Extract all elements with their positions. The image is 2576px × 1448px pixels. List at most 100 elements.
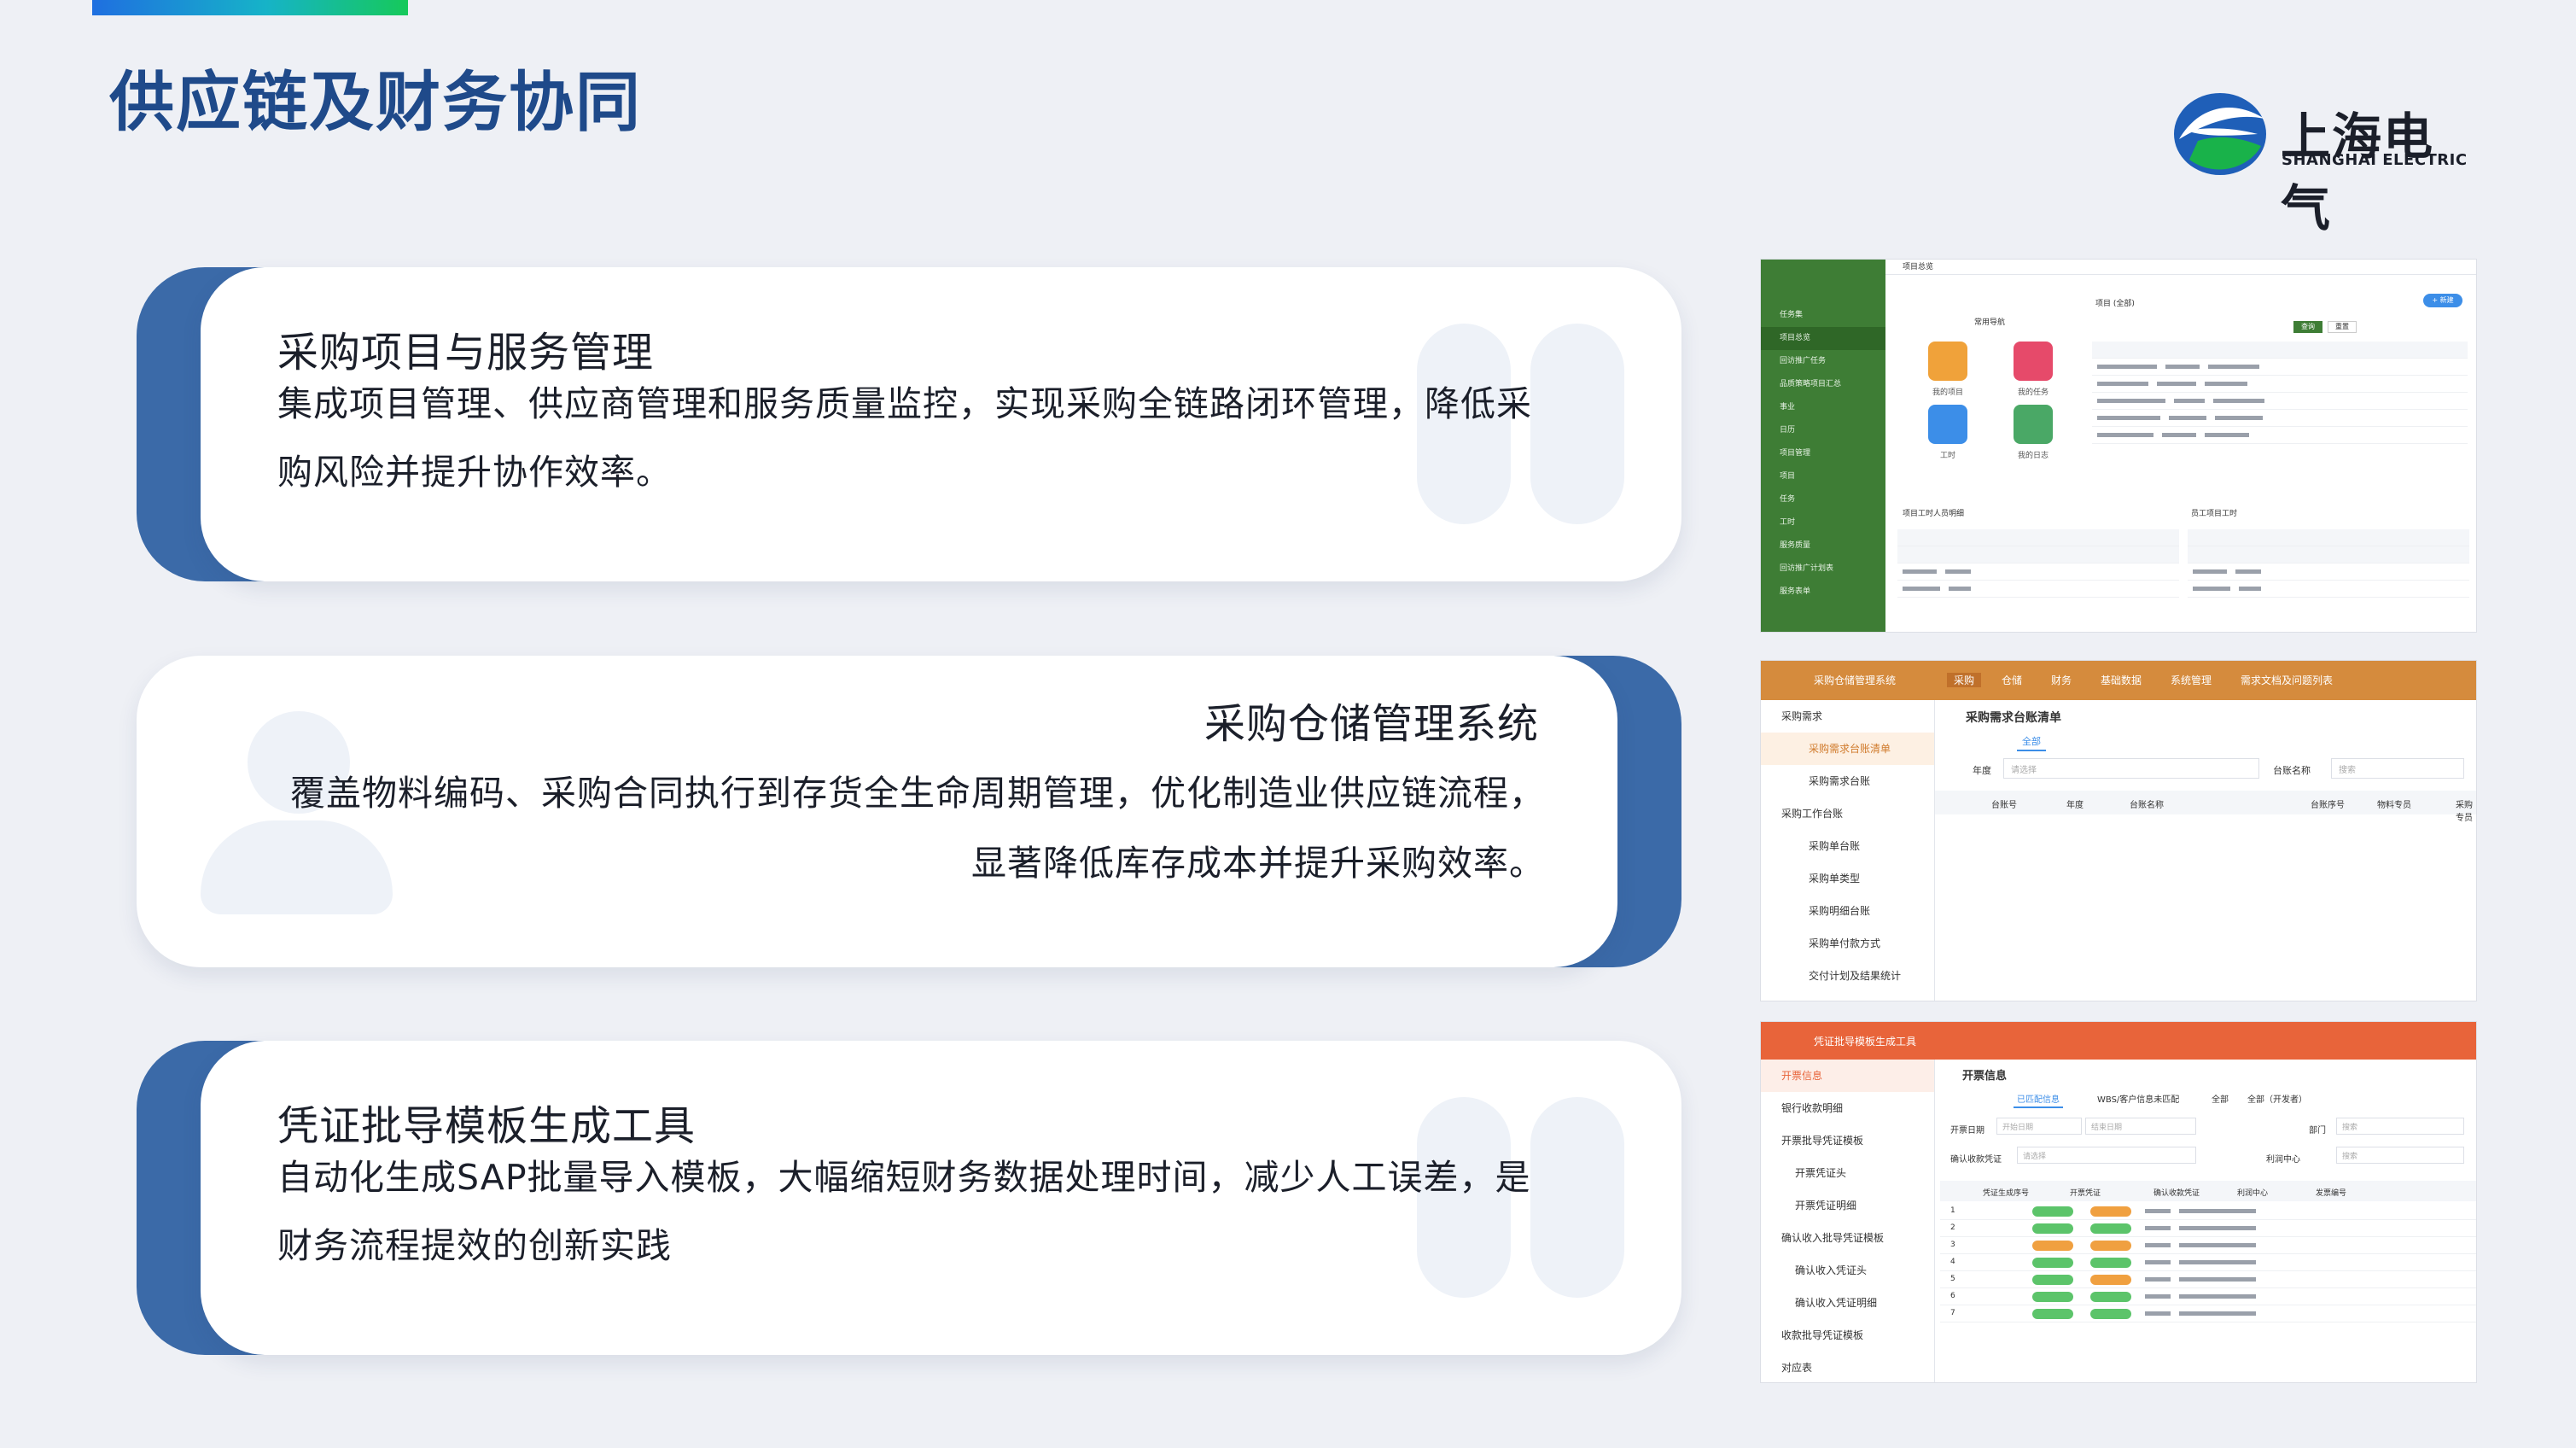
column-header: 年度 — [2066, 801, 2084, 810]
new-button[interactable]: + 新建 — [2423, 294, 2462, 307]
tab-all-dev[interactable]: 全部（开发者） — [2247, 1092, 2307, 1105]
column-header: 采购专员 — [2456, 801, 2473, 823]
table-row[interactable] — [2092, 376, 2468, 393]
ledger-search[interactable]: 搜索 — [2331, 758, 2464, 779]
top-tab[interactable]: 采购 — [1947, 673, 1982, 687]
column-header: 物料专员 — [2377, 801, 2411, 810]
card-2-text: 覆盖物料编码、采购合同执行到存货全生命周期管理，优化制造业供应链流程， 显著降低… — [290, 758, 1545, 898]
sidebar-item-active[interactable]: 项目总览 — [1761, 327, 1885, 350]
table-row[interactable] — [2092, 393, 2468, 410]
top-tab[interactable]: 需求文档及问题列表 — [2241, 673, 2333, 687]
sidebar-item[interactable]: 采购需求 — [1761, 700, 1934, 733]
table-row[interactable] — [2092, 359, 2468, 376]
sidebar-item[interactable]: 采购明细台账 — [1761, 895, 1934, 927]
sidebar-item[interactable]: 交付计划及结果统计 — [1761, 960, 1934, 992]
list-title: 项目 (全部) — [2095, 300, 2135, 308]
sidebar-item[interactable]: 采购需求台账 — [1761, 765, 1934, 797]
breadcrumb: 项目总览 — [1885, 260, 2476, 275]
folder-icon[interactable] — [1928, 342, 1967, 381]
card-2-title: 采购仓储管理系统 — [1203, 700, 1539, 748]
sidebar-item[interactable]: 采购单类型 — [1761, 862, 1934, 895]
column-header: 利润中心 — [2237, 1189, 2269, 1198]
top-tab[interactable]: 系统管理 — [2171, 673, 2212, 687]
card-3-line-1: 自动化生成SAP批量导入模板，大幅缩短财务数据处理时间，减少人工误差，是 — [277, 1157, 1531, 1198]
card-2-line-2: 显著降低库存成本并提升采购效率。 — [971, 843, 1545, 884]
sidebar-item[interactable]: 确认收入凭证头 — [1761, 1254, 1934, 1287]
sidebar-item[interactable]: 品质策略项目汇总 — [1761, 373, 1885, 396]
quick-nav-title: 常用导航 — [1974, 318, 2006, 327]
table-row[interactable] — [2092, 410, 2468, 427]
sidebar-item[interactable]: 采购单付款方式 — [1761, 927, 1934, 960]
tab-all[interactable]: 全部 — [2212, 1092, 2229, 1105]
year-select[interactable]: 请选择 — [2003, 758, 2259, 779]
top-accent-bar — [92, 0, 408, 15]
tab-all[interactable]: 全部 — [2017, 733, 2046, 751]
page-title: 供应链及财务协同 — [109, 64, 642, 140]
sidebar-item[interactable]: 日历 — [1761, 419, 1885, 442]
table-row[interactable]: 2 — [1940, 1220, 2476, 1237]
filter-year-label: 年度 — [1973, 765, 1991, 776]
date-start-input[interactable]: 开始日期 — [1996, 1118, 2082, 1135]
profit-search[interactable]: 搜索 — [2336, 1147, 2464, 1164]
reset-button[interactable]: 重置 — [2328, 321, 2357, 333]
sidebar-item[interactable]: 服务质量 — [1761, 534, 1885, 558]
filter-label: 开票日期 — [1950, 1126, 1984, 1136]
top-tab[interactable]: 仓储 — [2002, 673, 2022, 687]
screenshot-voucher-tool: 凭证批导模板生成工具 开票信息 银行收款明细 开票批导凭证模板 开票凭证头 开票… — [1760, 1021, 2477, 1383]
sidebar-item[interactable]: 事业 — [1761, 396, 1885, 419]
page-title: 采购需求台账清单 — [1966, 711, 2061, 725]
sidebar-item[interactable]: 服务表单 — [1761, 581, 1885, 604]
top-tab[interactable]: 财务 — [2051, 673, 2072, 687]
table-row[interactable]: 3 — [1940, 1237, 2476, 1254]
timesheet-icon[interactable] — [1928, 405, 1967, 444]
star-icon[interactable] — [2014, 342, 2053, 381]
card-voucher-tool: 凭证批导模板生成工具 自动化生成SAP批量导入模板，大幅缩短财务数据处理时间，减… — [201, 1041, 1681, 1355]
sidebar-item[interactable]: 回访推广计划表 — [1761, 558, 1885, 581]
row-number: 1 — [1950, 1206, 1955, 1215]
sidebar-item[interactable]: 银行收款明细 — [1761, 1092, 1934, 1124]
panel-right-table — [2188, 529, 2469, 598]
tab-unmatched[interactable]: WBS/客户信息未匹配 — [2097, 1092, 2179, 1105]
project-table — [2092, 342, 2468, 444]
sidebar: 采购需求 采购需求台账清单 采购需求台账 采购工作台账 采购单台账 采购单类型 … — [1761, 700, 1935, 1001]
dept-search[interactable]: 搜索 — [2336, 1118, 2464, 1135]
sidebar-item[interactable]: 回访推广任务 — [1761, 350, 1885, 373]
sidebar-item[interactable]: 任务集 — [1761, 304, 1885, 327]
table-row[interactable]: 5 — [1940, 1271, 2476, 1288]
sidebar-item[interactable]: 项目管理 — [1761, 442, 1885, 465]
screenshot-warehouse-system: 采购仓储管理系统 采购 仓储 财务 基础数据 系统管理 需求文档及问题列表 采购… — [1760, 660, 2477, 1001]
log-icon[interactable] — [2014, 405, 2053, 444]
voucher-select[interactable]: 请选择 — [2017, 1147, 2196, 1164]
table-row[interactable]: 6 — [1940, 1288, 2476, 1305]
sidebar-item[interactable]: 开票批导凭证模板 — [1761, 1124, 1934, 1157]
sidebar-item[interactable]: 工时 — [1761, 511, 1885, 534]
table-row[interactable]: 7 — [1940, 1305, 2476, 1322]
table-row[interactable]: 1 — [1940, 1203, 2476, 1220]
top-tab[interactable]: 基础数据 — [2101, 673, 2142, 687]
tile-label: 工时 — [1939, 452, 1955, 460]
logo-emblem-icon — [2174, 93, 2266, 175]
sidebar-item[interactable]: 开票凭证头 — [1761, 1157, 1934, 1189]
sidebar-item[interactable]: 开票凭证明细 — [1761, 1189, 1934, 1222]
sidebar-item[interactable]: 对应表 — [1761, 1352, 1934, 1382]
tile-label: 我的任务 — [2017, 388, 2049, 397]
table-row[interactable] — [2092, 427, 2468, 444]
sidebar-item[interactable]: 采购单台账 — [1761, 830, 1934, 862]
tab-matched[interactable]: 已匹配信息 — [2014, 1090, 2063, 1108]
sidebar-item[interactable]: 任务 — [1761, 488, 1885, 511]
column-header: 开票凭证 — [2070, 1189, 2101, 1198]
filter-ledger-label: 台账名称 — [2273, 765, 2311, 776]
card-3-text: 自动化生成SAP批量导入模板，大幅缩短财务数据处理时间，减少人工误差，是 财务流… — [277, 1143, 1531, 1280]
sidebar-item[interactable]: 项目 — [1761, 465, 1885, 488]
tile-label: 我的日志 — [2017, 452, 2049, 460]
page-title: 开票信息 — [1962, 1070, 2008, 1083]
sidebar-item-active[interactable]: 采购需求台账清单 — [1761, 733, 1934, 765]
date-end-input[interactable]: 结束日期 — [2085, 1118, 2196, 1135]
sidebar-item[interactable]: 采购工作台账 — [1761, 797, 1934, 830]
query-button[interactable]: 查询 — [2293, 321, 2322, 333]
sidebar-item[interactable]: 确认收入批导凭证模板 — [1761, 1222, 1934, 1254]
sidebar-item[interactable]: 收款批导凭证模板 — [1761, 1319, 1934, 1352]
table-row[interactable]: 4 — [1940, 1254, 2476, 1271]
sidebar-item[interactable]: 确认收入凭证明细 — [1761, 1287, 1934, 1319]
sidebar-item-active[interactable]: 开票信息 — [1761, 1060, 1934, 1092]
